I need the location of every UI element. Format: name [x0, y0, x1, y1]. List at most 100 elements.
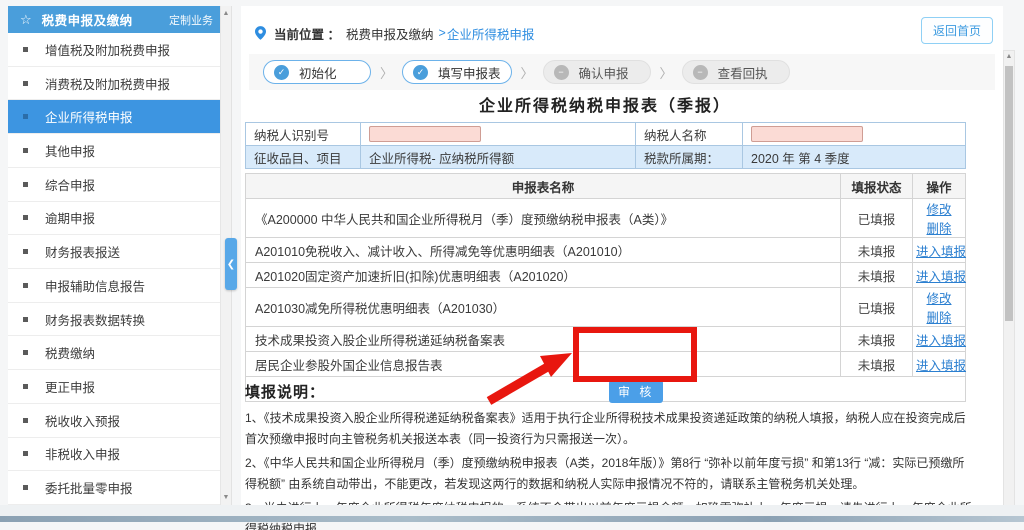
sidebar-item-3[interactable]: 其他申报 [8, 134, 221, 168]
sidebar: ☆ 税费申报及缴纳 定制业务 增值税及附加税费申报消费税及附加税费申报企业所得税… [8, 6, 232, 505]
scroll-up-icon[interactable]: ▲ [221, 10, 231, 17]
main-scrollbar[interactable]: ▲ [1003, 50, 1015, 512]
fill-status: 已填报 [841, 288, 913, 327]
sidebar-item-label: 财务报表数据转换 [45, 310, 145, 329]
actions-cell: 修改删除 [913, 199, 966, 238]
actions-cell: 进入填报 [913, 238, 966, 263]
breadcrumb-separator: > [439, 26, 446, 40]
action-link[interactable]: 修改 [926, 203, 951, 217]
step-pending-icon: − [554, 65, 569, 80]
action-link[interactable]: 进入填报 [916, 270, 966, 284]
bullet-icon [23, 81, 28, 86]
form-row-3: A201030减免所得税优惠明细表（A201030）已填报修改删除 [246, 288, 966, 327]
sidebar-item-8[interactable]: 财务报表数据转换 [8, 303, 221, 337]
action-link[interactable]: 进入填报 [916, 245, 966, 259]
taxpayer-id-label: 纳税人识别号 [246, 123, 361, 146]
fill-status: 未填报 [841, 238, 913, 263]
breadcrumb: 当前位置 ： 税费申报及缴纳 > 企业所得税申报 返回首页 [255, 20, 993, 46]
form-row-1: A201010免税收入、减计收入、所得减免等优惠明细表（A201010）未填报进… [246, 238, 966, 263]
notes-heading: 填报说明： [245, 381, 973, 402]
sidebar-item-11[interactable]: 税收收入预报 [8, 404, 221, 438]
sidebar-item-9[interactable]: 税费缴纳 [8, 336, 221, 370]
sidebar-item-12[interactable]: 非税收入申报 [8, 438, 221, 472]
step-separator-icon: 〉 [521, 63, 534, 82]
step-separator-icon: 〉 [660, 63, 673, 82]
action-link[interactable]: 删除 [926, 222, 951, 236]
form-row-2: A201020固定资产加速折旧(扣除)优惠明细表（A201020）未填报进入填报 [246, 263, 966, 288]
declaration-title: 企业所得税纳税申报表（季报） [245, 94, 965, 122]
taxpayer-info-row2: 征收品目、项目 企业所得税- 应纳税所得额 税款所属期： 2020 年 第 4 … [246, 146, 966, 169]
step-label: 初始化 [299, 63, 337, 82]
levy-item-label: 征收品目、项目 [246, 146, 361, 169]
sidebar-item-label: 消费税及附加税费申报 [45, 74, 170, 93]
scrollbar-thumb[interactable] [1005, 66, 1013, 321]
bullet-icon [23, 350, 28, 355]
form-row-4: 技术成果投资入股企业所得税递延纳税备案表未填报进入填报 [246, 327, 966, 352]
tax-period-value: 2020 年 第 4 季度 [743, 146, 966, 169]
col-fill-status: 填报状态 [841, 174, 913, 199]
col-form-name: 申报表名称 [246, 174, 841, 199]
taxpayer-id-field[interactable] [369, 126, 481, 142]
breadcrumb-current[interactable]: 企业所得税申报 [447, 24, 535, 43]
bullet-icon [23, 182, 28, 187]
sidebar-item-7[interactable]: 申报辅助信息报告 [8, 269, 221, 303]
forms-table-header: 申报表名称 填报状态 操作 [246, 174, 966, 199]
sidebar-item-4[interactable]: 综合申报 [8, 168, 221, 202]
action-link[interactable]: 进入填报 [916, 334, 966, 348]
sidebar-item-2[interactable]: 企业所得税申报 [8, 100, 221, 134]
bullet-icon [23, 451, 28, 456]
bullet-icon [23, 485, 28, 490]
sidebar-item-5[interactable]: 逾期申报 [8, 202, 221, 236]
sidebar-item-label: 综合申报 [45, 175, 95, 194]
step-pending-icon: − [693, 65, 708, 80]
sidebar-item-label: 其他申报 [45, 141, 95, 160]
bullet-icon [23, 215, 28, 220]
main-panel: 当前位置 ： 税费申报及缴纳 > 企业所得税申报 返回首页 ✓初始化〉✓填写申报… [241, 6, 1003, 511]
custom-business-link[interactable]: 定制业务 [169, 12, 213, 28]
taxpayer-name-field[interactable] [751, 126, 863, 142]
tax-period-label: 税款所属期： [636, 146, 743, 169]
sidebar-item-10[interactable]: 更正申报 [8, 370, 221, 404]
bullet-icon [23, 384, 28, 389]
note-item-0: 1、《技术成果投资入股企业所得税递延纳税备案表》适用于执行企业所得税技术成果投资… [245, 408, 973, 450]
sidebar-item-label: 增值税及附加税费申报 [45, 40, 170, 59]
step-1[interactable]: ✓填写申报表 [402, 60, 512, 84]
taxpayer-name-label: 纳税人名称 [636, 123, 743, 146]
sidebar-item-label: 非税收入申报 [45, 444, 120, 463]
scroll-up-icon[interactable]: ▲ [1004, 53, 1014, 60]
bullet-icon [23, 249, 28, 254]
sidebar-item-label: 税费缴纳 [45, 343, 95, 362]
bullet-icon [23, 114, 28, 119]
step-separator-icon: 〉 [380, 63, 393, 82]
step-0[interactable]: ✓初始化 [263, 60, 371, 84]
return-home-button[interactable]: 返回首页 [921, 17, 993, 44]
step-2[interactable]: −确认申报 [543, 60, 651, 84]
sidebar-collapse-handle[interactable]: ❮ [225, 238, 237, 290]
sidebar-item-13[interactable]: 委托批量零申报 [8, 471, 221, 505]
sidebar-item-label: 税收收入预报 [45, 411, 120, 430]
action-link[interactable]: 修改 [926, 292, 951, 306]
sidebar-item-label: 逾期申报 [45, 208, 95, 227]
sidebar-item-0[interactable]: 增值税及附加税费申报 [8, 33, 221, 67]
progress-steps: ✓初始化〉✓填写申报表〉−确认申报〉−查看回执 [249, 54, 995, 90]
bullet-icon [23, 148, 28, 153]
declaration-content: 企业所得税纳税申报表（季报） 纳税人识别号 纳税人名称 征收品目、项目 企业所得… [245, 94, 965, 402]
step-label: 填写申报表 [438, 63, 501, 82]
window-bottom-strip [0, 505, 1024, 516]
form-name: A201010免税收入、减计收入、所得减免等优惠明细表（A201010） [246, 238, 841, 263]
breadcrumb-parent[interactable]: 税费申报及缴纳 [346, 24, 434, 43]
fill-status: 未填报 [841, 352, 913, 377]
sidebar-item-label: 财务报表报送 [45, 242, 120, 261]
sidebar-item-1[interactable]: 消费税及附加税费申报 [8, 67, 221, 101]
actions-cell: 修改删除 [913, 288, 966, 327]
action-link[interactable]: 进入填报 [916, 359, 966, 373]
fill-status: 已填报 [841, 199, 913, 238]
form-name: 《A200000 中华人民共和国企业所得税月（季）度预缴纳税申报表（A类）》 [246, 199, 841, 238]
action-link[interactable]: 删除 [926, 311, 951, 325]
location-pin-icon [255, 26, 266, 40]
taxpayer-info-table: 纳税人识别号 纳税人名称 征收品目、项目 企业所得税- 应纳税所得额 税款所属期… [245, 122, 966, 169]
scroll-down-icon[interactable]: ▼ [221, 494, 231, 501]
step-3[interactable]: −查看回执 [682, 60, 790, 84]
sidebar-item-6[interactable]: 财务报表报送 [8, 235, 221, 269]
sidebar-item-label: 更正申报 [45, 377, 95, 396]
